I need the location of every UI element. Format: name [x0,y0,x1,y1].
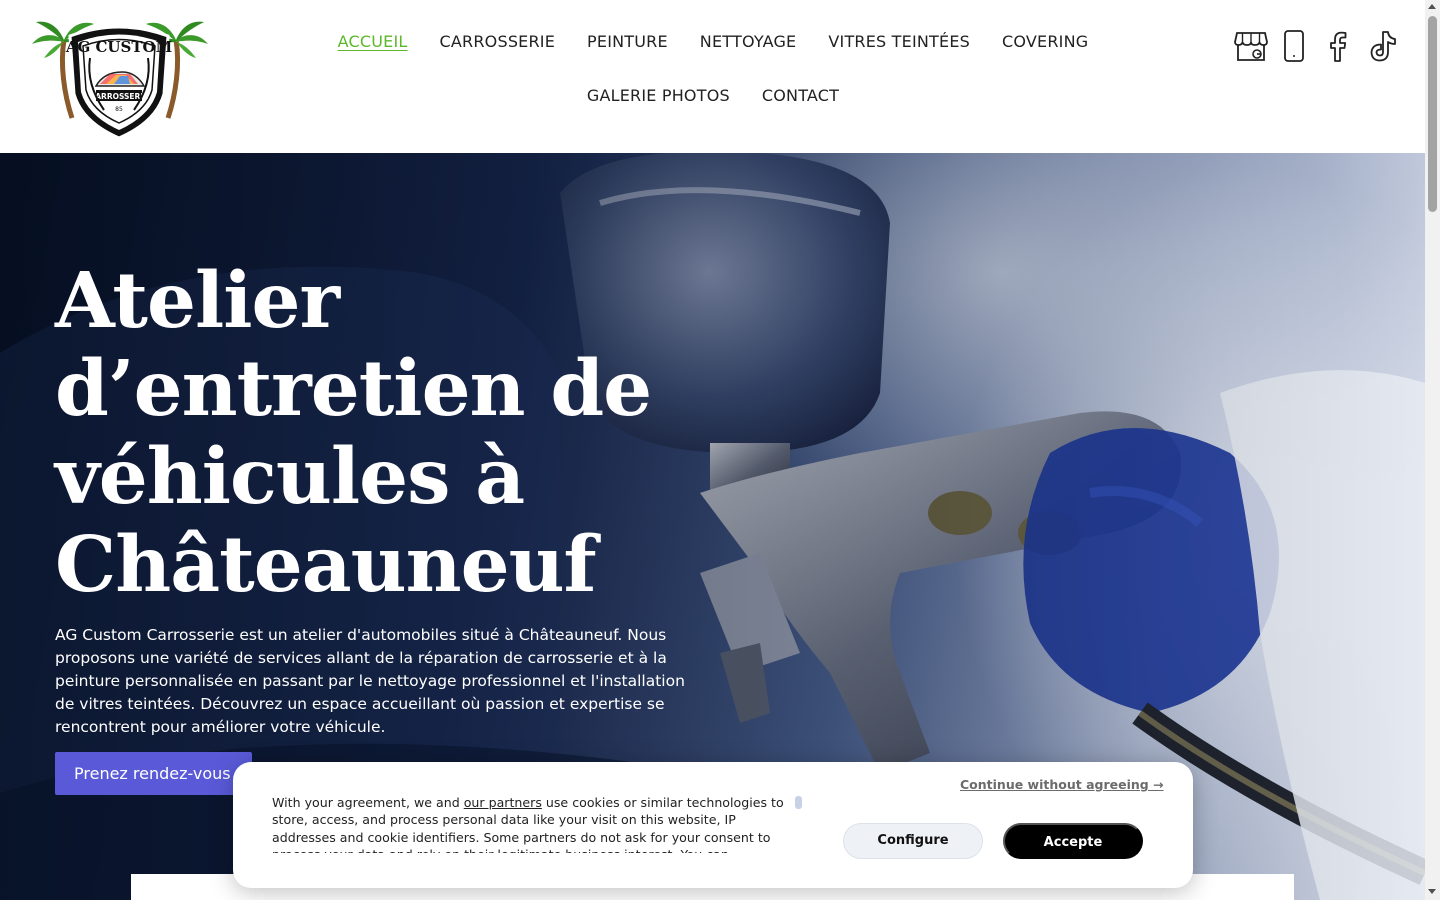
partners-link[interactable]: our partners [464,795,542,810]
nav-contact[interactable]: CONTACT [746,84,855,108]
cookie-text-scrollbar[interactable] [795,796,802,809]
book-appointment-button[interactable]: Prenez rendez-vous [55,752,252,795]
page-scrollbar[interactable] [1425,0,1440,900]
cookie-consent-banner: With your agreement, we and our partners… [233,762,1193,888]
nav-nettoyage[interactable]: NETTOYAGE [684,30,813,54]
svg-text:AG CUSTOM: AG CUSTOM [65,38,172,56]
nav-covering[interactable]: COVERING [986,30,1104,54]
nav-vitres-teintees[interactable]: VITRES TEINTÉES [812,30,986,54]
nav-accueil[interactable]: ACCUEIL [322,30,424,54]
hero-title: Atelier d’entretien de véhicules à Châte… [55,256,652,610]
social-links [1234,30,1398,62]
continue-without-agreeing-link[interactable]: Continue without agreeing → [960,777,1164,792]
nav-carrosserie[interactable]: CARROSSERIE [424,30,572,54]
google-business-icon[interactable] [1234,30,1268,62]
svg-text:85: 85 [115,106,123,113]
accept-button[interactable]: Accepte [1003,823,1143,859]
site-header: AG CUSTOM CARROSSERIE 85 ACCUEIL CARROSS… [0,0,1425,153]
tiktok-icon[interactable] [1366,30,1398,62]
nav-peinture[interactable]: PEINTURE [571,30,684,54]
phone-icon[interactable] [1278,30,1310,62]
site-logo[interactable]: AG CUSTOM CARROSSERIE 85 [30,14,208,140]
configure-button[interactable]: Configure [843,823,983,859]
cookie-text-start: With your agreement, we and [272,795,464,810]
cookie-consent-text: With your agreement, we and our partners… [272,794,792,853]
scroll-down-arrow-icon[interactable] [1428,889,1436,894]
nav-galerie-photos[interactable]: GALERIE PHOTOS [571,84,746,108]
hero-description: AG Custom Carrosserie est un atelier d'a… [55,626,685,736]
scrollbar-thumb[interactable] [1428,16,1437,212]
main-nav: ACCUEIL CARROSSERIE PEINTURE NETTOYAGE V… [318,30,1108,108]
facebook-icon[interactable] [1322,30,1354,62]
scroll-up-arrow-icon[interactable] [1428,4,1436,9]
